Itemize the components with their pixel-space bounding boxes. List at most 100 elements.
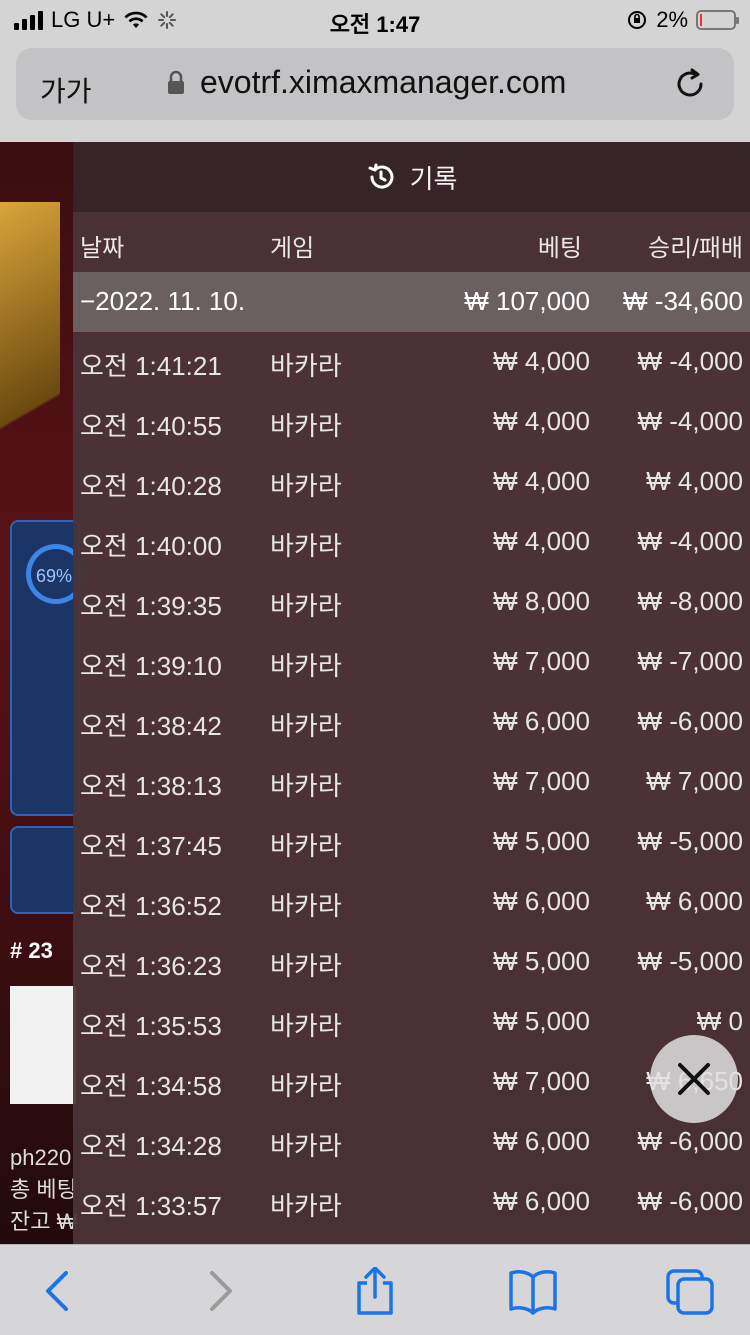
row-bet: ₩ 7,000	[493, 1066, 590, 1096]
row-game: 바카라	[270, 1131, 342, 1161]
row-bet: ₩ 6,000	[493, 1126, 590, 1156]
status-bar: LG U+ 오전 1:47 2%	[0, 0, 750, 40]
row-bet: ₩ 6,000	[493, 1186, 590, 1216]
battery-icon	[696, 10, 739, 30]
total-bet-label: 총 베팅	[10, 1177, 77, 1202]
row-result: ₩ -5,000	[637, 946, 744, 976]
history-row: 오전 1:33:57 바카라 ₩ 6,000 ₩ -6,000	[73, 1172, 750, 1232]
history-row: 오전 1:36:52 바카라 ₩ 6,000 ₩ 6,000	[73, 872, 750, 932]
row-bet: ₩ 5,000	[493, 946, 590, 976]
row-game: 바카라	[270, 1011, 342, 1041]
row-result: ₩ 4,000	[646, 466, 743, 496]
row-game: 바카라	[270, 951, 342, 981]
group-bet-total: ₩ 107,000	[464, 286, 590, 316]
lock-icon	[168, 70, 184, 94]
history-row: 오전 1:37:45 바카라 ₩ 5,000 ₩ -5,000	[73, 812, 750, 872]
text-size-button[interactable]: 가가	[40, 70, 92, 110]
share-icon[interactable]	[349, 1267, 401, 1315]
close-icon	[678, 1063, 710, 1095]
tabs-icon[interactable]	[664, 1267, 716, 1315]
row-game: 바카라	[270, 1191, 342, 1221]
history-row: 오전 1:41:21 바카라 ₩ 4,000 ₩ -4,000	[73, 332, 750, 392]
row-time: 오전 1:34:28	[80, 1131, 222, 1161]
row-bet: ₩ 4,000	[493, 526, 590, 556]
row-bet: ₩ 5,000	[493, 1006, 590, 1036]
balance-label: 잔고 ₩	[10, 1209, 78, 1234]
table-header: 날짜 게임 베팅 승리/패배	[73, 212, 750, 272]
row-result: ₩ -6,000	[637, 1186, 744, 1216]
history-row: 오전 1:38:42 바카라 ₩ 6,000 ₩ -6,000	[73, 692, 750, 752]
history-row: 오전 1:40:28 바카라 ₩ 4,000 ₩ 4,000	[73, 452, 750, 512]
history-row: 오전 1:39:35 바카라 ₩ 8,000 ₩ -8,000	[73, 572, 750, 632]
column-bet: 베팅	[537, 235, 582, 262]
row-game: 바카라	[270, 891, 342, 921]
address-bar[interactable]: 가가 evotrf.ximaxmanager.com	[16, 48, 734, 120]
row-game: 바카라	[270, 711, 342, 741]
row-game: 바카라	[270, 351, 342, 381]
row-bet: ₩ 4,000	[493, 466, 590, 496]
date-group-row[interactable]: −2022. 11. 10. ₩ 107,000 ₩ -34,600	[73, 272, 750, 332]
row-bet: ₩ 6,000	[493, 886, 590, 916]
chevron-right-icon[interactable]	[194, 1267, 246, 1315]
row-result: ₩ -7,000	[637, 646, 744, 676]
close-button[interactable]	[650, 1035, 738, 1123]
chevron-left-icon[interactable]	[32, 1267, 84, 1315]
history-row: 오전 1:40:55 바카라 ₩ 4,000 ₩ -4,000	[73, 392, 750, 452]
column-game: 게임	[270, 235, 315, 262]
book-icon[interactable]	[507, 1267, 559, 1315]
history-list: 오전 1:41:21 바카라 ₩ 4,000 ₩ -4,000 오전 1:40:55 바카…	[73, 332, 750, 1232]
row-time: 오전 1:40:00	[80, 531, 222, 561]
row-result: ₩ 7,000	[646, 766, 743, 796]
row-time: 오전 1:36:52	[80, 891, 222, 921]
orientation-lock-icon	[628, 11, 647, 29]
history-row: 오전 1:39:10 바카라 ₩ 7,000 ₩ -7,000	[73, 632, 750, 692]
row-bet: ₩ 8,000	[493, 586, 590, 616]
url-text[interactable]: evotrf.ximaxmanager.com	[200, 64, 566, 101]
row-game: 바카라	[270, 471, 342, 501]
history-row: 오전 1:38:13 바카라 ₩ 7,000 ₩ 7,000	[73, 752, 750, 812]
column-win-loss: 승리/패배	[648, 235, 743, 262]
row-time: 오전 1:38:42	[80, 711, 222, 741]
history-panel: 기록 날짜 게임 베팅 승리/패배 −2022. 11. 10. ₩ 107,0…	[73, 142, 750, 1244]
row-time: 오전 1:35:53	[80, 1011, 222, 1041]
history-title: 기록	[409, 163, 458, 194]
row-bet: ₩ 7,000	[493, 646, 590, 676]
group-date: −2022. 11. 10.	[80, 286, 246, 316]
table-number: # 23	[10, 938, 53, 963]
row-time: 오전 1:38:13	[80, 771, 222, 801]
row-time: 오전 1:33:57	[80, 1191, 222, 1221]
row-result: ₩ -4,000	[637, 406, 744, 436]
history-icon	[368, 163, 394, 189]
history-header: 기록	[73, 142, 750, 212]
row-result: ₩ -4,000	[637, 346, 744, 376]
user-id: ph220	[10, 1145, 72, 1170]
row-result: ₩ -6,000	[637, 706, 744, 736]
history-row: 오전 1:36:23 바카라 ₩ 5,000 ₩ -5,000	[73, 932, 750, 992]
row-game: 바카라	[270, 831, 342, 861]
row-bet: ₩ 6,000	[493, 706, 590, 736]
user-info: ph220 총 베팅 잔고 ₩	[10, 1142, 77, 1238]
row-result: ₩ 0	[696, 1006, 743, 1036]
row-time: 오전 1:40:55	[80, 411, 222, 441]
row-result: ₩ 6,000	[646, 886, 743, 916]
row-time: 오전 1:39:35	[80, 591, 222, 621]
reload-icon[interactable]	[670, 64, 710, 104]
side-panel	[10, 826, 80, 914]
row-game: 바카라	[270, 531, 342, 561]
group-win-loss-total: ₩ -34,600	[623, 286, 743, 316]
decor-gold-shape	[0, 202, 60, 542]
history-row: 오전 1:34:58바카라₩ 7,000₩ 6,650	[73, 1052, 750, 1112]
row-time: 오전 1:41:21	[80, 351, 222, 381]
browser-toolbar	[0, 1244, 750, 1335]
row-game: 바카라	[270, 651, 342, 681]
row-time: 오전 1:39:10	[80, 651, 222, 681]
row-bet: ₩ 4,000	[493, 406, 590, 436]
row-bet: ₩ 7,000	[493, 766, 590, 796]
battery-percent: 2%	[656, 7, 688, 32]
browser-chrome: 가가 evotrf.ximaxmanager.com	[0, 40, 750, 142]
row-game: 바카라	[270, 411, 342, 441]
row-game: 바카라	[270, 1071, 342, 1101]
row-result: ₩ -5,000	[637, 826, 744, 856]
stats-panel: 69%	[10, 520, 86, 816]
row-time: 오전 1:40:28	[80, 471, 222, 501]
